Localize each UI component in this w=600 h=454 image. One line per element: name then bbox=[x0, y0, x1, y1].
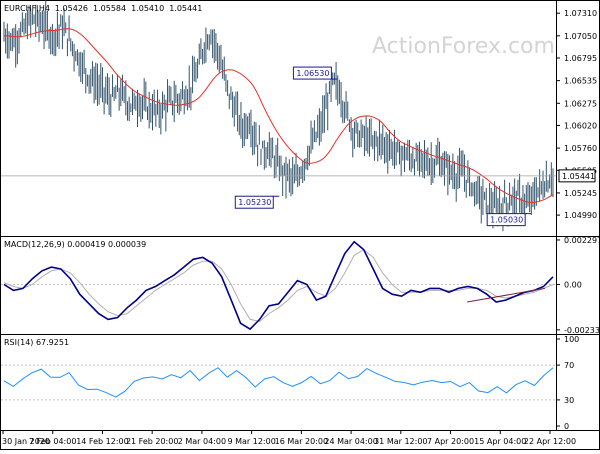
macd-title: MACD(12,26,9) 0.000419 0.000039 bbox=[4, 240, 146, 249]
x-tick-label: 22 Apr 12:00 bbox=[524, 437, 576, 446]
x-tick-label: 16 Mar 20:00 bbox=[275, 437, 328, 446]
rsi-y-tick-label: 70 bbox=[564, 361, 574, 370]
x-tick-label: 24 Mar 04:00 bbox=[324, 437, 377, 446]
annotation-label: 1.05030 bbox=[490, 216, 523, 225]
ohlc-open-value: 1.05426 bbox=[55, 4, 88, 13]
price-y-tick-label: 1.07050 bbox=[564, 32, 597, 41]
chart-svg: ActionForex.com 1.07310 1.07050 1.06795 1.0… bbox=[0, 0, 600, 450]
rsi-y-tick-label: 100 bbox=[564, 335, 579, 344]
x-tick-label: 7 Feb 04:00 bbox=[29, 437, 76, 446]
price-y-tick-label: 1.06535 bbox=[564, 77, 597, 86]
x-tick-label: 9 Mar 12:00 bbox=[227, 437, 275, 446]
x-tick-label: 31 Mar 12:00 bbox=[374, 437, 427, 446]
macd-y-tick-label: 0.002297 bbox=[564, 236, 600, 245]
price-y-tick-label: 1.06275 bbox=[564, 99, 597, 108]
price-y-tick-label: 1.06020 bbox=[564, 121, 597, 130]
price-y-tick-label: 1.05760 bbox=[564, 144, 597, 153]
watermark-text: ActionForex.com bbox=[372, 34, 555, 59]
price-y-tick-label: 1.06795 bbox=[564, 54, 597, 63]
symbol-label: EURCHF,H4 bbox=[4, 4, 50, 13]
macd-y-tick-label: 0.00 bbox=[564, 281, 582, 290]
chart-root: ActionForex.com 1.07310 1.07050 1.06795 1.0… bbox=[0, 0, 600, 450]
x-tick-label: 7 Apr 20:00 bbox=[427, 437, 474, 446]
rsi-line bbox=[3, 367, 554, 398]
x-tick-label: 15 Apr 04:00 bbox=[474, 437, 526, 446]
x-tick-label: 2 Mar 04:00 bbox=[178, 437, 226, 446]
x-tick-label: 21 Feb 20:00 bbox=[126, 437, 178, 446]
price-y-tick-label: 1.07310 bbox=[564, 9, 597, 18]
rsi-title: RSI(14) 67.9251 bbox=[4, 338, 69, 347]
annotation-label: 1.05230 bbox=[238, 198, 271, 207]
ohlc-close-value: 1.05441 bbox=[169, 4, 202, 13]
rsi-y-tick-label: 30 bbox=[564, 396, 574, 405]
ohlc-high-value: 1.05584 bbox=[93, 4, 126, 13]
current-price-label: 1.05441 bbox=[562, 172, 595, 181]
x-tick-label: 14 Feb 12:00 bbox=[76, 437, 128, 446]
ohlc-low-value: 1.05410 bbox=[131, 4, 164, 13]
price-y-tick-label: 1.05245 bbox=[564, 189, 597, 198]
annotation-label: 1.06530 bbox=[296, 69, 329, 78]
rsi-y-tick-label: 0 bbox=[564, 422, 569, 431]
macd-line bbox=[3, 240, 554, 331]
price-y-tick-label: 1.04990 bbox=[564, 211, 597, 220]
price-header: EURCHF,H4 1.05426 1.05584 1.05410 1.05441 bbox=[4, 4, 202, 13]
macd-signal-line bbox=[3, 248, 554, 322]
macd-y-tick-label: -0.002336 bbox=[564, 326, 600, 335]
